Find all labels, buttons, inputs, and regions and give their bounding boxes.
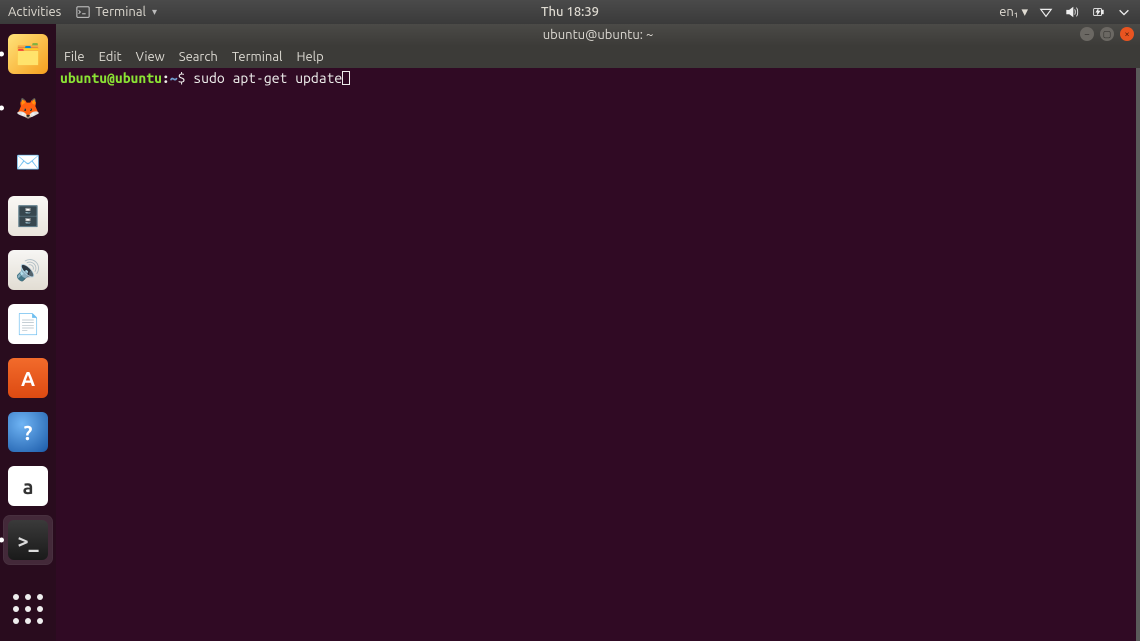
power-menu-icon[interactable] — [1116, 4, 1132, 20]
window-title: ubuntu@ubuntu: ~ — [543, 28, 654, 42]
launcher-rhythmbox[interactable]: 🔊 — [4, 246, 52, 294]
files-icon: 🗄️ — [8, 196, 48, 236]
rhythmbox-icon: 🔊 — [8, 250, 48, 290]
cursor-icon — [342, 71, 350, 85]
chevron-down-icon: ▾ — [152, 6, 157, 18]
launcher-thunderbird[interactable]: ✉️ — [4, 138, 52, 186]
network-icon[interactable] — [1038, 4, 1054, 20]
menu-search[interactable]: Search — [179, 50, 218, 64]
activities-button[interactable]: Activities — [8, 5, 61, 19]
minimize-button[interactable]: – — [1080, 27, 1094, 41]
app-menu[interactable]: Terminal ▾ — [75, 4, 157, 20]
running-indicator — [0, 106, 4, 111]
volume-icon[interactable] — [1064, 4, 1080, 20]
window-controls: – ▢ × — [1080, 27, 1134, 41]
scrollbar[interactable] — [1136, 68, 1140, 641]
prompt-path: ~ — [170, 70, 178, 86]
launcher-torrent-app[interactable]: 🗂️ — [4, 30, 52, 78]
close-button[interactable]: × — [1120, 27, 1134, 41]
chevron-down-icon: ▾ — [1021, 5, 1028, 19]
launcher-help[interactable]: ? — [4, 408, 52, 456]
terminal-menubar: File Edit View Search Terminal Help — [56, 46, 1140, 68]
thunderbird-icon: ✉️ — [8, 142, 48, 182]
launcher-firefox[interactable]: 🦊 — [4, 84, 52, 132]
window-titlebar[interactable]: ubuntu@ubuntu: ~ – ▢ × — [56, 24, 1140, 46]
libreoffice-writer-icon: 📄 — [8, 304, 48, 344]
terminal-icon — [75, 4, 91, 20]
clock[interactable]: Thu 18:39 — [541, 5, 599, 19]
menu-edit[interactable]: Edit — [99, 50, 122, 64]
menu-help[interactable]: Help — [296, 50, 323, 64]
terminal-window: ubuntu@ubuntu: ~ – ▢ × File Edit View Searc… — [56, 24, 1140, 641]
terminal-viewport[interactable]: ubuntu@ubuntu:~$ sudo apt-get update — [56, 68, 1136, 641]
help-icon: ? — [8, 412, 48, 452]
launcher-libreoffice-writer[interactable]: 📄 — [4, 300, 52, 348]
firefox-icon: 🦊 — [8, 88, 48, 128]
prompt-user: ubuntu@ubuntu — [60, 70, 162, 86]
input-source-indicator[interactable]: en₁ ▾ — [999, 5, 1028, 20]
launcher-ubuntu-software[interactable]: A — [4, 354, 52, 402]
terminal-icon: >_ — [8, 520, 48, 560]
ubuntu-dock: 🗂️ 🦊 ✉️ 🗄️ 🔊 📄 A? a >_ — [0, 24, 56, 641]
battery-icon[interactable] — [1090, 4, 1106, 20]
menu-view[interactable]: View — [136, 50, 165, 64]
gnome-top-panel: Activities Terminal ▾ Thu 18:39 en₁ ▾ — [0, 0, 1140, 24]
menu-file[interactable]: File — [64, 50, 85, 64]
running-indicator — [0, 52, 4, 57]
amazon-icon: a — [8, 466, 48, 506]
launcher-files[interactable]: 🗄️ — [4, 192, 52, 240]
terminal-command: sudo apt-get update — [193, 70, 342, 86]
launcher-amazon[interactable]: a — [4, 462, 52, 510]
running-indicator — [0, 538, 4, 543]
maximize-button[interactable]: ▢ — [1100, 27, 1114, 41]
app-menu-label: Terminal — [95, 5, 146, 19]
ubuntu-software-icon: A — [8, 358, 48, 398]
torrent-app-icon: 🗂️ — [8, 34, 48, 74]
menu-terminal[interactable]: Terminal — [232, 50, 283, 64]
launcher-terminal[interactable]: >_ — [4, 516, 52, 564]
show-applications-button[interactable] — [4, 585, 52, 633]
